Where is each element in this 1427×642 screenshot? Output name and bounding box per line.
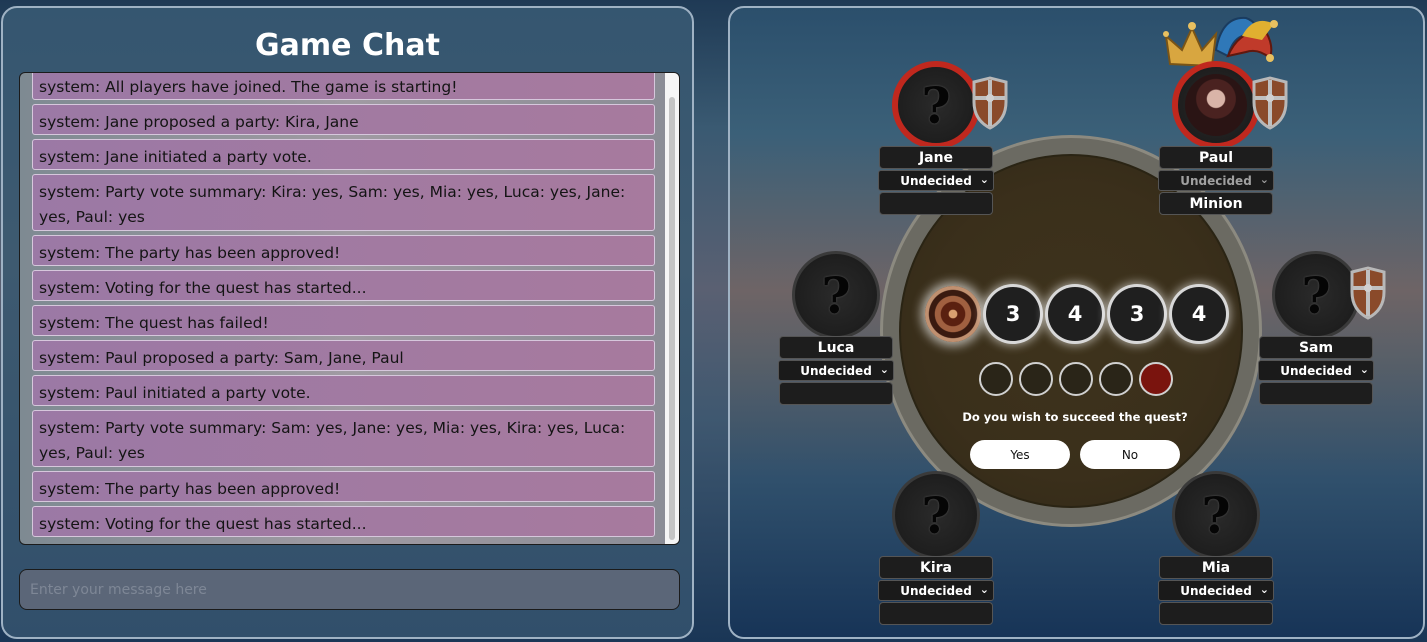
player-name: Jane bbox=[879, 146, 993, 169]
quest-tile: 4 bbox=[1048, 287, 1102, 341]
player-role: Minion bbox=[1159, 192, 1273, 215]
vote-select[interactable]: Undecided ⌄ bbox=[878, 580, 994, 601]
vote-select-value: Undecided bbox=[1180, 173, 1252, 188]
vote-track-marker bbox=[1099, 362, 1133, 396]
chat-message: system: The party has been approved! bbox=[32, 235, 655, 266]
player-name: Paul bbox=[1159, 146, 1273, 169]
vote-select-value: Undecided bbox=[800, 363, 872, 378]
chat-message: system: The quest has failed! bbox=[32, 305, 655, 336]
chat-title: Game Chat bbox=[255, 28, 440, 63]
chevron-down-icon: ⌄ bbox=[1259, 173, 1269, 186]
vote-track-marker bbox=[979, 362, 1013, 396]
quest-tile: 3 bbox=[1110, 287, 1164, 341]
shield-icon bbox=[1350, 266, 1386, 320]
quest-prompt: Do you wish to succeed the quest? bbox=[962, 410, 1188, 424]
vote-select-value: Undecided bbox=[900, 173, 972, 188]
chat-message: system: All players have joined. The gam… bbox=[32, 73, 655, 100]
chevron-down-icon: ⌄ bbox=[879, 363, 889, 376]
player-name: Sam bbox=[1259, 336, 1373, 359]
game-board-panel: 3 4 3 4 Do you wish to succeed the quest… bbox=[728, 6, 1425, 639]
chat-message: system: Party vote summary: Kira: yes, S… bbox=[32, 174, 655, 231]
player-avatar-mia[interactable]: ? bbox=[1172, 471, 1260, 559]
chat-scrollbar[interactable] bbox=[665, 73, 679, 544]
portrait-image bbox=[1185, 74, 1247, 136]
vote-track-marker bbox=[1059, 362, 1093, 396]
chat-message: system: Jane initiated a party vote. bbox=[32, 139, 655, 170]
vote-select-value: Undecided bbox=[900, 583, 972, 598]
quest-tile: 3 bbox=[986, 287, 1040, 341]
scrollbar-thumb[interactable] bbox=[669, 97, 675, 540]
game-chat-panel: Game Chat system: All players have joine… bbox=[1, 6, 694, 639]
chat-message-input[interactable] bbox=[19, 569, 680, 610]
unknown-role-icon: ? bbox=[1301, 265, 1331, 325]
chevron-down-icon: ⌄ bbox=[1259, 583, 1269, 596]
player-avatar-luca[interactable]: ? bbox=[792, 251, 880, 339]
chat-message: system: Voting for the quest has started… bbox=[32, 506, 655, 537]
chat-message: system: Jane proposed a party: Kira, Jan… bbox=[32, 104, 655, 135]
vote-select[interactable]: Undecided ⌄ bbox=[1258, 360, 1374, 381]
player-avatar-jane[interactable]: ? bbox=[892, 61, 980, 149]
succeed-no-button[interactable]: No bbox=[1080, 440, 1180, 469]
unknown-role-icon: ? bbox=[1201, 485, 1231, 545]
unknown-role-icon: ? bbox=[921, 485, 951, 545]
player-avatar-sam[interactable]: ? bbox=[1272, 251, 1360, 339]
player-role bbox=[1259, 382, 1373, 405]
unknown-role-icon: ? bbox=[821, 265, 851, 325]
player-role bbox=[879, 192, 993, 215]
player-name: Luca bbox=[779, 336, 893, 359]
player-avatar-kira[interactable]: ? bbox=[892, 471, 980, 559]
vote-track-marker-failed bbox=[1139, 362, 1173, 396]
vote-select[interactable]: Undecided ⌄ bbox=[1158, 580, 1274, 601]
chat-message: system: Paul initiated a party vote. bbox=[32, 375, 655, 406]
unknown-role-icon: ? bbox=[921, 75, 951, 135]
player-name: Mia bbox=[1159, 556, 1273, 579]
shield-icon bbox=[1252, 76, 1288, 130]
quest-emblem-icon bbox=[925, 286, 981, 342]
vote-select[interactable]: Undecided ⌄ bbox=[878, 170, 994, 191]
chevron-down-icon: ⌄ bbox=[979, 173, 989, 186]
vote-select[interactable]: Undecided ⌄ bbox=[778, 360, 894, 381]
chevron-down-icon: ⌄ bbox=[1359, 363, 1369, 376]
vote-select-value: Undecided bbox=[1180, 583, 1252, 598]
chevron-down-icon: ⌄ bbox=[979, 583, 989, 596]
vote-select-value: Undecided bbox=[1280, 363, 1352, 378]
chat-message: system: Voting for the quest has started… bbox=[32, 270, 655, 301]
player-avatar-paul[interactable] bbox=[1172, 61, 1260, 149]
chat-message: system: Party vote summary: Sam: yes, Ja… bbox=[32, 410, 655, 467]
chat-message: system: Paul proposed a party: Sam, Jane… bbox=[32, 340, 655, 371]
chat-message: system: The party has been approved! bbox=[32, 471, 655, 502]
vote-track-marker bbox=[1019, 362, 1053, 396]
shield-icon bbox=[972, 76, 1008, 130]
player-role bbox=[879, 602, 993, 625]
player-role bbox=[779, 382, 893, 405]
player-name: Kira bbox=[879, 556, 993, 579]
chat-log[interactable]: system: All players have joined. The gam… bbox=[19, 72, 680, 545]
player-role bbox=[1159, 602, 1273, 625]
quest-tile: 4 bbox=[1172, 287, 1226, 341]
message-list: system: All players have joined. The gam… bbox=[32, 73, 655, 541]
succeed-yes-button[interactable]: Yes bbox=[970, 440, 1070, 469]
vote-select[interactable]: Undecided ⌄ bbox=[1158, 170, 1274, 191]
